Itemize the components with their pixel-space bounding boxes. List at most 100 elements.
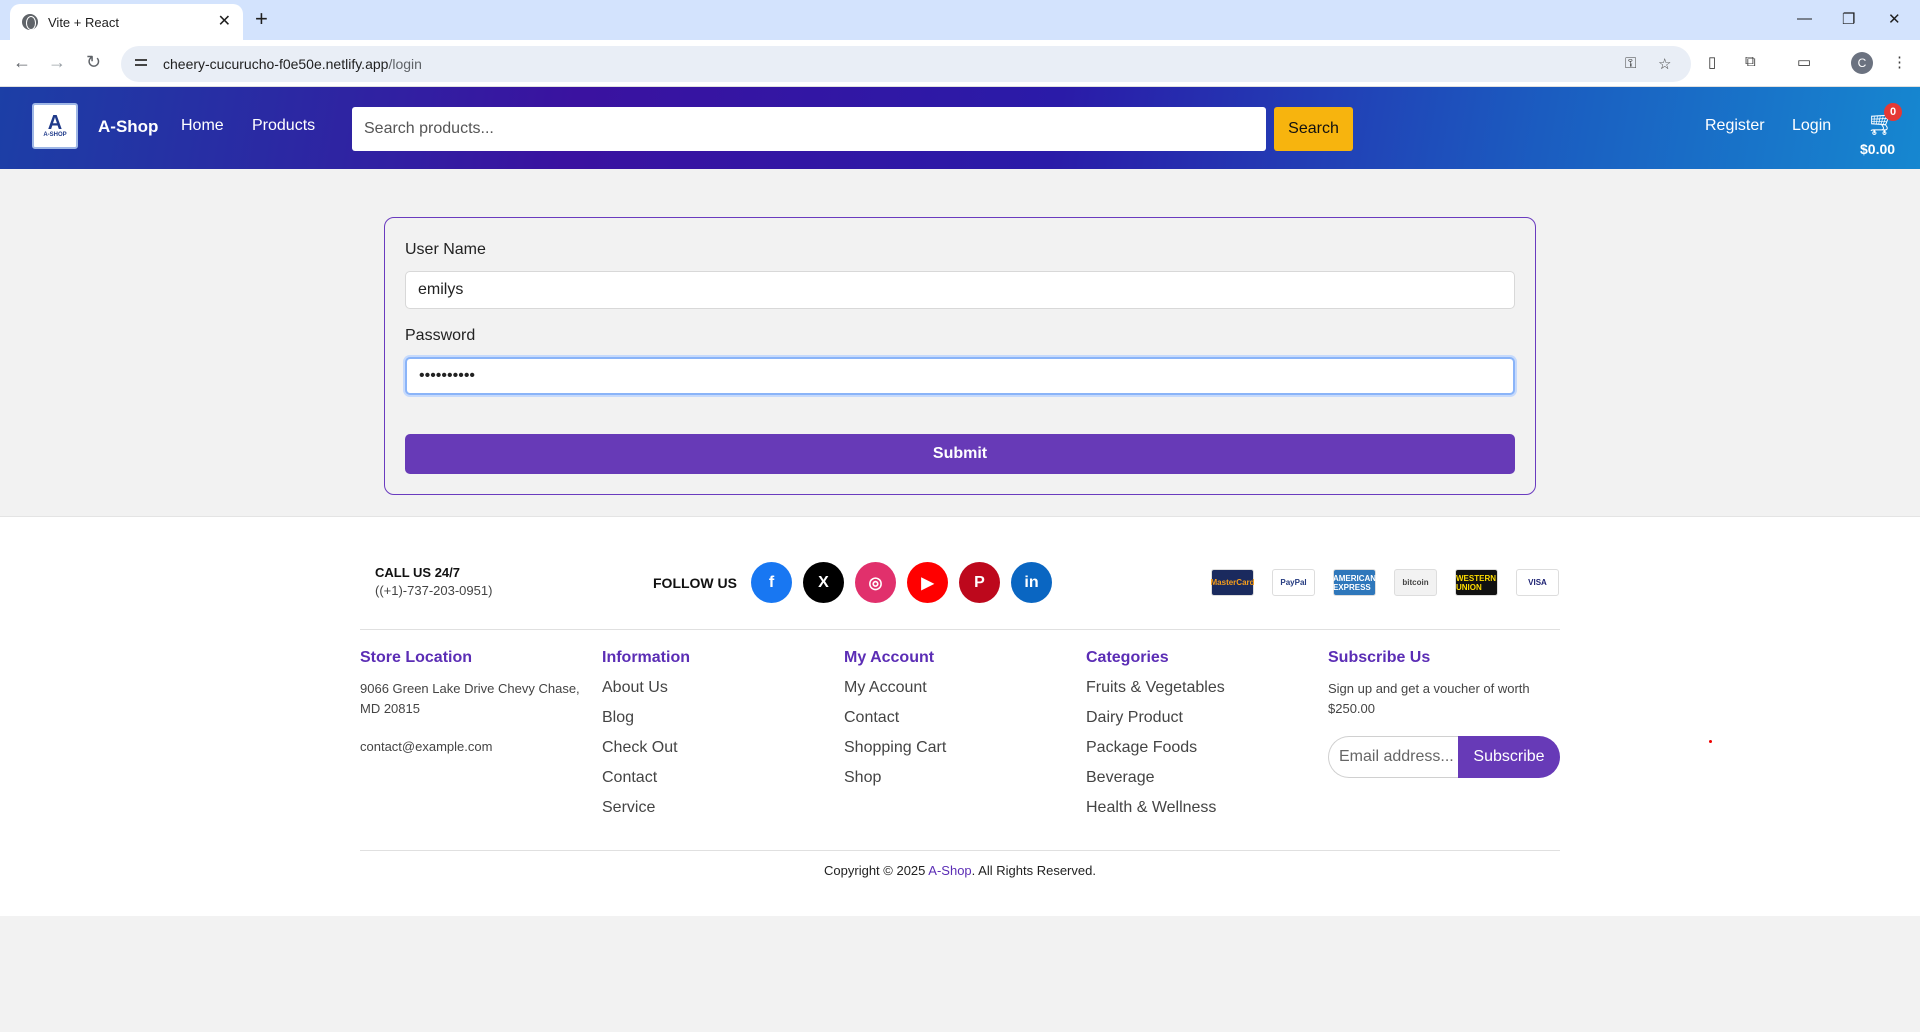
instagram-glyph: ◎: [868, 574, 883, 592]
instagram-icon[interactable]: ◎: [855, 562, 896, 603]
footer-link-account-contact[interactable]: Contact: [844, 709, 946, 739]
x-icon[interactable]: X: [803, 562, 844, 603]
my-account-title: My Account: [844, 649, 935, 666]
mastercard-icon: MasterCard: [1211, 569, 1255, 596]
information-column: Information About Us Blog Check Out Cont…: [602, 649, 690, 829]
close-tab-icon[interactable]: ✕: [218, 14, 231, 30]
submit-button[interactable]: Submit: [405, 434, 1515, 474]
pinterest-glyph: P: [974, 573, 985, 591]
logo-mark: A: [47, 112, 63, 134]
logo-subtext: A-SHOP: [43, 132, 67, 138]
subscribe-email-input[interactable]: [1328, 736, 1458, 778]
visa-icon: VISA: [1516, 569, 1559, 596]
footer-link-package-foods[interactable]: Package Foods: [1086, 739, 1225, 769]
url-path: /login: [388, 56, 422, 72]
register-link[interactable]: Register: [1705, 117, 1765, 135]
globe-icon: [22, 14, 38, 30]
reading-mode-icon[interactable]: ▯: [1708, 53, 1716, 71]
nav-products-link[interactable]: Products: [252, 117, 315, 135]
bookmark-star-icon[interactable]: ☆: [1658, 55, 1671, 73]
site-info-icon[interactable]: [135, 57, 151, 71]
subscribe-column: Subscribe Us Sign up and get a voucher o…: [1328, 649, 1548, 719]
tab-search-icon[interactable]: ▭: [1797, 53, 1811, 71]
western-union-icon: WESTERN UNION: [1455, 569, 1498, 596]
reload-icon[interactable]: ↻: [86, 52, 101, 73]
call-us-phone: ((+1)-737-203-0951): [375, 583, 493, 598]
login-link[interactable]: Login: [1792, 117, 1831, 135]
pinterest-icon[interactable]: P: [959, 562, 1000, 603]
linkedin-glyph: in: [1024, 573, 1039, 591]
information-title: Information: [602, 649, 690, 666]
copyright-suffix: . All Rights Reserved.: [971, 863, 1096, 878]
bitcoin-icon: bitcoin: [1394, 569, 1437, 596]
profile-avatar[interactable]: C: [1851, 52, 1873, 74]
youtube-icon[interactable]: ▶: [907, 562, 948, 603]
url-host: cheery-cucurucho-f0e50e.netlify.app: [163, 56, 389, 72]
footer-link-check-out[interactable]: Check Out: [602, 739, 690, 769]
x-glyph: X: [818, 573, 829, 591]
subscribe-text: Sign up and get a voucher of worth $250.…: [1328, 681, 1530, 716]
subscribe-title: Subscribe Us: [1328, 649, 1431, 666]
username-field[interactable]: [405, 271, 1515, 309]
footer-link-about-us[interactable]: About Us: [602, 679, 690, 709]
site-header: A A-SHOP A-Shop Home Products Search Reg…: [0, 87, 1920, 169]
address-bar[interactable]: cheery-cucurucho-f0e50e.netlify.app /log…: [121, 46, 1691, 82]
youtube-glyph: ▶: [921, 574, 934, 592]
password-label: Password: [405, 327, 476, 344]
footer-link-beverage[interactable]: Beverage: [1086, 769, 1225, 799]
site-footer: CALL US 24/7 ((+1)-737-203-0951) FOLLOW …: [0, 516, 1920, 916]
login-form: User Name Password Submit: [384, 217, 1536, 495]
linkedin-icon[interactable]: in: [1011, 562, 1052, 603]
username-label: User Name: [405, 241, 486, 258]
amex-icon: AMERICAN EXPRESS: [1333, 569, 1376, 596]
stray-dot: [1709, 740, 1712, 743]
my-account-column: My Account My Account Contact Shopping C…: [844, 649, 946, 799]
search-input[interactable]: [352, 107, 1266, 151]
footer-link-health-wellness[interactable]: Health & Wellness: [1086, 799, 1225, 829]
brand-name[interactable]: A-Shop: [98, 117, 158, 137]
footer-link-blog[interactable]: Blog: [602, 709, 690, 739]
back-arrow-icon[interactable]: ←: [13, 52, 31, 73]
forward-arrow-icon[interactable]: →: [48, 52, 66, 73]
footer-bottom-divider: [360, 850, 1560, 851]
new-tab-button[interactable]: +: [255, 8, 268, 30]
store-address: 9066 Green Lake Drive Chevy Chase, MD 20…: [360, 681, 580, 716]
browser-tab[interactable]: Vite + React ✕: [10, 4, 243, 40]
tab-title: Vite + React: [48, 14, 119, 30]
footer-divider: [360, 629, 1560, 630]
store-location-title: Store Location: [360, 649, 473, 666]
cart-count-badge: 0: [1884, 103, 1902, 121]
footer-link-shopping-cart[interactable]: Shopping Cart: [844, 739, 946, 769]
browser-tab-strip: Vite + React ✕ + — ❐ ✕: [0, 0, 1920, 40]
copyright-brand-link[interactable]: A-Shop: [928, 863, 971, 878]
footer-link-fruits-vegetables[interactable]: Fruits & Vegetables: [1086, 679, 1225, 709]
password-key-icon[interactable]: ⚿: [1625, 55, 1636, 72]
minimize-button[interactable]: —: [1797, 10, 1812, 27]
facebook-icon[interactable]: f: [751, 562, 792, 603]
footer-link-service[interactable]: Service: [602, 799, 690, 829]
site-logo[interactable]: A A-SHOP: [32, 103, 78, 149]
password-field[interactable]: [405, 357, 1515, 395]
restore-button[interactable]: ❐: [1842, 10, 1855, 28]
cart-button[interactable]: 🛒︎ 0 $0.00: [1860, 103, 1904, 159]
facebook-glyph: f: [768, 573, 775, 591]
nav-home-link[interactable]: Home: [181, 117, 224, 135]
paypal-icon: PayPal: [1272, 569, 1315, 596]
cart-total: $0.00: [1860, 141, 1896, 157]
categories-title: Categories: [1086, 649, 1169, 666]
call-us-title: CALL US 24/7: [375, 565, 461, 580]
store-email[interactable]: contact@example.com: [360, 737, 585, 757]
store-location-column: Store Location 9066 Green Lake Drive Che…: [360, 649, 585, 757]
menu-dots-icon[interactable]: ⋮: [1892, 53, 1907, 71]
follow-us-label: FOLLOW US: [653, 575, 737, 591]
footer-link-dairy-product[interactable]: Dairy Product: [1086, 709, 1225, 739]
footer-link-my-account[interactable]: My Account: [844, 679, 946, 709]
search-button[interactable]: Search: [1274, 107, 1353, 151]
close-window-button[interactable]: ✕: [1888, 10, 1901, 28]
footer-link-contact[interactable]: Contact: [602, 769, 690, 799]
footer-link-shop[interactable]: Shop: [844, 769, 946, 799]
subscribe-button[interactable]: Subscribe: [1458, 736, 1560, 778]
copyright-prefix: Copyright © 2025: [824, 863, 929, 878]
extensions-icon[interactable]: ⧉: [1745, 53, 1756, 70]
categories-column: Categories Fruits & Vegetables Dairy Pro…: [1086, 649, 1225, 829]
